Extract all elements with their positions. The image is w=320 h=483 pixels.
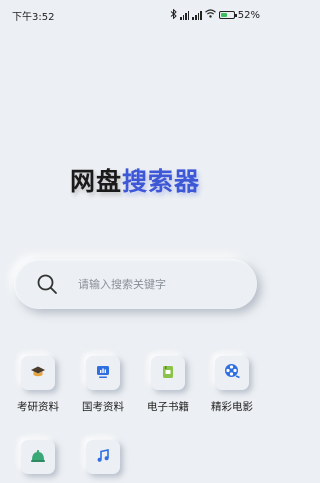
search-input[interactable] [78, 277, 228, 291]
book-icon [161, 364, 175, 383]
status-bar: 下午3:52 52% [0, 0, 270, 30]
category-item-5[interactable] [8, 440, 68, 483]
page-title: 网盘搜索器 [0, 162, 270, 198]
bluetooth-icon [170, 8, 177, 22]
category-item-6[interactable] [73, 440, 133, 483]
presentation-icon [96, 364, 110, 383]
category-tile[interactable] [86, 440, 120, 474]
bell-icon [30, 448, 46, 467]
category-label: 国考资料 [82, 401, 124, 413]
wifi-icon [204, 9, 216, 21]
category-label: 精彩电影 [211, 401, 253, 413]
category-label: 考研资料 [17, 401, 59, 413]
search-icon[interactable] [36, 273, 58, 295]
search-bar[interactable] [14, 259, 257, 309]
category-tile[interactable] [151, 356, 185, 390]
category-guokao[interactable]: 国考资料 [73, 356, 133, 414]
category-tile[interactable] [21, 356, 55, 390]
category-label: 电子书籍 [147, 401, 189, 413]
category-tile[interactable] [86, 356, 120, 390]
film-reel-icon [224, 363, 240, 383]
category-kaoyan[interactable]: 考研资料 [8, 356, 68, 414]
status-icons: 52% [170, 8, 260, 22]
title-part2: 搜索器 [122, 167, 201, 196]
music-note-icon [96, 448, 110, 467]
graduation-cap-icon [30, 364, 46, 383]
battery-percent: 52% [237, 9, 260, 21]
status-time: 下午3:52 [12, 11, 55, 23]
category-movies[interactable]: 精彩电影 [202, 356, 262, 414]
title-part1: 网盘 [69, 167, 122, 196]
battery-level [220, 13, 227, 17]
signal-icon [192, 10, 202, 20]
signal-icon [180, 10, 190, 20]
category-tile[interactable] [21, 440, 55, 474]
category-tile[interactable] [215, 356, 249, 390]
category-ebooks[interactable]: 电子书籍 [138, 356, 198, 414]
battery-icon [218, 11, 237, 19]
